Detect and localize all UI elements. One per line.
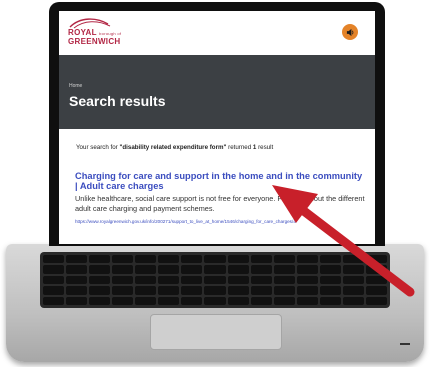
keyboard-key <box>204 275 226 285</box>
keyboard-key <box>89 265 111 274</box>
keyboard-key <box>181 275 203 285</box>
logo-swoosh-icon <box>69 18 111 29</box>
logo-text: ROYAL borough of GREENWICH <box>68 28 122 46</box>
keyboard-key <box>342 275 364 285</box>
keyboard-key <box>365 275 387 285</box>
keyboard-key <box>181 255 203 264</box>
keyboard-key <box>319 275 341 285</box>
result-snippet: Unlike healthcare, social care support i… <box>75 194 365 213</box>
keyboard-key <box>158 265 180 274</box>
keyboard-key <box>342 286 364 295</box>
speaker-icon[interactable] <box>342 24 358 40</box>
keyboard-key <box>273 286 295 295</box>
keyboard-key <box>273 255 295 264</box>
keyboard-key <box>204 286 226 295</box>
keyboard-key <box>296 275 318 285</box>
keyboard-key <box>181 286 203 295</box>
results-summary: Your search for "disability related expe… <box>76 144 274 151</box>
trackpad <box>150 314 282 350</box>
keyboard-key <box>112 275 134 285</box>
keyboard-key <box>227 286 249 295</box>
keyboard-key <box>342 296 364 305</box>
screen: ROYAL borough of GREENWICH Home Search r… <box>59 11 375 244</box>
keyboard-key <box>43 275 65 285</box>
keyboard-key <box>181 296 203 305</box>
keyboard-key <box>227 265 249 274</box>
keyboard-key <box>135 255 157 264</box>
keyboard-key <box>112 286 134 295</box>
page-title: Search results <box>69 93 166 109</box>
result-url[interactable]: https://www.royalgreenwich.gov.uk/info/2… <box>75 219 375 224</box>
keyboard-key <box>158 255 180 264</box>
keyboard-key <box>66 275 88 285</box>
keyboard <box>40 252 390 308</box>
keyboard-key <box>319 255 341 264</box>
keyboard-key <box>342 265 364 274</box>
keyboard-key <box>89 275 111 285</box>
keyboard-key <box>365 286 387 295</box>
council-logo[interactable]: ROYAL borough of GREENWICH <box>68 15 138 51</box>
keyboard-key <box>365 296 387 305</box>
keyboard-key <box>43 286 65 295</box>
keyboard-key <box>365 255 387 264</box>
keyboard-key <box>135 286 157 295</box>
keyboard-key <box>43 265 65 274</box>
keyboard-key <box>158 296 180 305</box>
keyboard-key <box>365 265 387 274</box>
page-hero: Home Search results <box>59 55 375 129</box>
keyboard-key <box>204 255 226 264</box>
keyboard-key <box>135 296 157 305</box>
keyboard-key <box>296 296 318 305</box>
keyboard-key <box>89 255 111 264</box>
keyboard-key <box>112 265 134 274</box>
keyboard-key <box>250 286 272 295</box>
keyboard-key <box>250 255 272 264</box>
keyboard-key <box>204 265 226 274</box>
keyboard-key <box>273 296 295 305</box>
keyboard-key <box>89 286 111 295</box>
status-light <box>400 343 410 345</box>
keyboard-key <box>158 275 180 285</box>
keyboard-key <box>66 265 88 274</box>
keyboard-key <box>227 275 249 285</box>
keyboard-key <box>227 296 249 305</box>
site-header: ROYAL borough of GREENWICH <box>59 11 375 55</box>
keyboard-key <box>296 265 318 274</box>
keyboard-key <box>296 255 318 264</box>
keyboard-key <box>66 286 88 295</box>
keyboard-key <box>112 255 134 264</box>
keyboard-key <box>273 275 295 285</box>
keyboard-key <box>158 286 180 295</box>
keyboard-key <box>204 296 226 305</box>
keyboard-key <box>250 275 272 285</box>
keyboard-key <box>342 255 364 264</box>
breadcrumb-home[interactable]: Home <box>69 83 82 89</box>
keyboard-key <box>273 265 295 274</box>
keyboard-key <box>319 265 341 274</box>
keyboard-key <box>319 286 341 295</box>
keyboard-key <box>319 296 341 305</box>
keyboard-key <box>66 255 88 264</box>
keyboard-key <box>135 275 157 285</box>
result-title-link[interactable]: Charging for care and support in the hom… <box>75 171 365 191</box>
keyboard-key <box>227 255 249 264</box>
keyboard-key <box>112 296 134 305</box>
keyboard-key <box>43 296 65 305</box>
keyboard-key <box>66 296 88 305</box>
keyboard-key <box>250 296 272 305</box>
keyboard-key <box>135 265 157 274</box>
keyboard-key <box>250 265 272 274</box>
keyboard-key <box>181 265 203 274</box>
keyboard-key <box>43 255 65 264</box>
keyboard-key <box>89 296 111 305</box>
keyboard-key <box>296 286 318 295</box>
